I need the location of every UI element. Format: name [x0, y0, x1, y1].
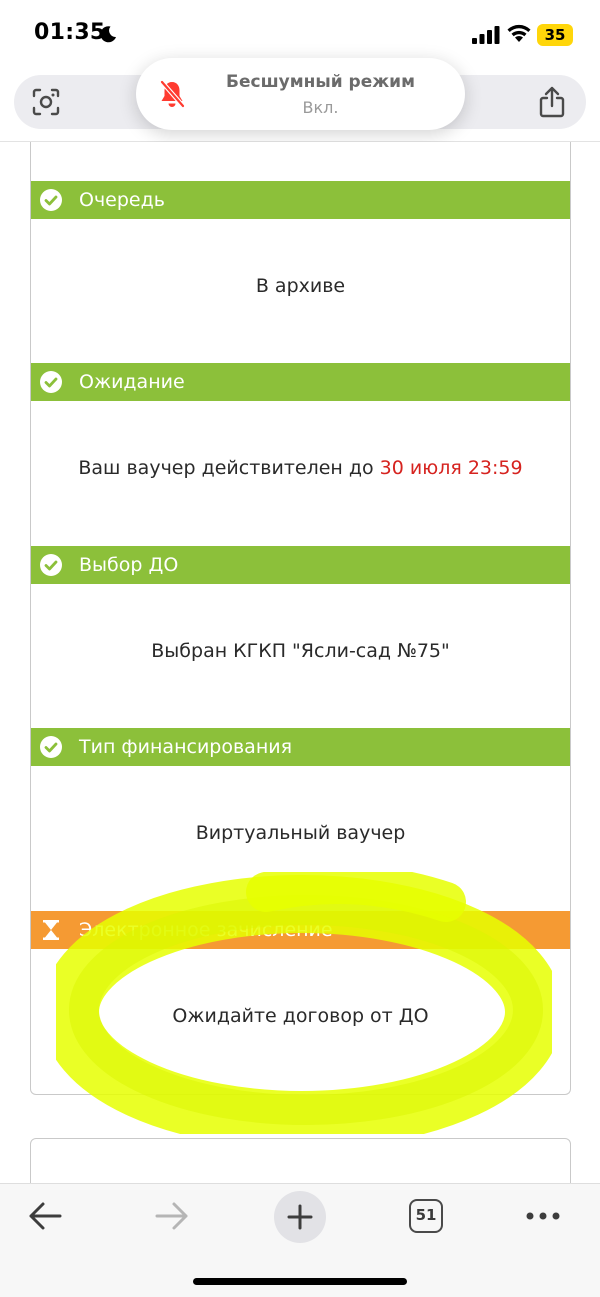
step-title: Электронное зачисление	[79, 919, 333, 941]
step-text: Выбран КГКП "Ясли-сад №75"	[151, 640, 450, 662]
step-title: Выбор ДО	[79, 554, 179, 576]
check-circle-icon	[40, 371, 62, 393]
check-circle-icon	[40, 554, 62, 576]
step-body-kindergarten-choice: Выбран КГКП "Ясли-сад №75"	[31, 640, 570, 662]
home-indicator	[193, 1278, 407, 1285]
toast-subtitle: Вкл.	[302, 98, 339, 117]
moon-icon	[100, 26, 116, 43]
step-text: Ожидайте договор от ДО	[172, 1005, 429, 1027]
hourglass-icon	[43, 920, 59, 940]
silent-mode-notification: Бесшумный режим Вкл.	[136, 58, 465, 130]
step-title: Ожидание	[79, 371, 185, 393]
step-header-funding-type: Тип финансирования	[31, 728, 570, 766]
step-header-enrollment: Электронное зачисление	[31, 911, 570, 949]
step-title: Тип финансирования	[79, 736, 293, 758]
back-arrow-icon[interactable]	[27, 1200, 63, 1232]
forward-arrow-icon[interactable]	[154, 1200, 190, 1232]
check-circle-icon	[40, 736, 62, 758]
step-header-queue: Очередь	[31, 181, 570, 219]
step-body-enrollment: Ожидайте договор от ДО	[31, 1005, 570, 1027]
step-header-waiting: Ожидание	[31, 363, 570, 401]
share-icon[interactable]	[537, 86, 567, 118]
cellular-signal-icon	[472, 26, 500, 44]
step-body-queue: В архиве	[31, 275, 570, 297]
step-header-kindergarten-choice: Выбор ДО	[31, 546, 570, 584]
step-title: Очередь	[79, 189, 165, 211]
voucher-expiry-date: 30 июля 23:59	[379, 457, 523, 479]
plus-icon	[287, 1204, 313, 1230]
check-circle-icon	[40, 189, 62, 211]
status-time: 01:35	[34, 20, 106, 45]
toast-title: Бесшумный режим	[226, 72, 415, 92]
new-tab-button[interactable]	[274, 1191, 326, 1243]
page-scan-icon[interactable]	[32, 88, 60, 116]
wifi-icon	[507, 24, 531, 42]
more-dots-icon[interactable]	[525, 1210, 561, 1222]
tabs-count-button[interactable]: 51	[409, 1199, 443, 1233]
battery-indicator: 35	[537, 24, 573, 46]
step-text: В архиве	[255, 275, 346, 297]
step-text: Виртуальный ваучер	[195, 822, 406, 844]
step-text: Ваш ваучер действителен до	[78, 457, 380, 479]
application-status-card: Очередь В архиве Ожидание Ваш ваучер дей…	[30, 142, 571, 1095]
step-body-funding-type: Виртуальный ваучер	[31, 822, 570, 844]
step-body-waiting: Ваш ваучер действителен до 30 июля 23:59	[31, 457, 570, 479]
